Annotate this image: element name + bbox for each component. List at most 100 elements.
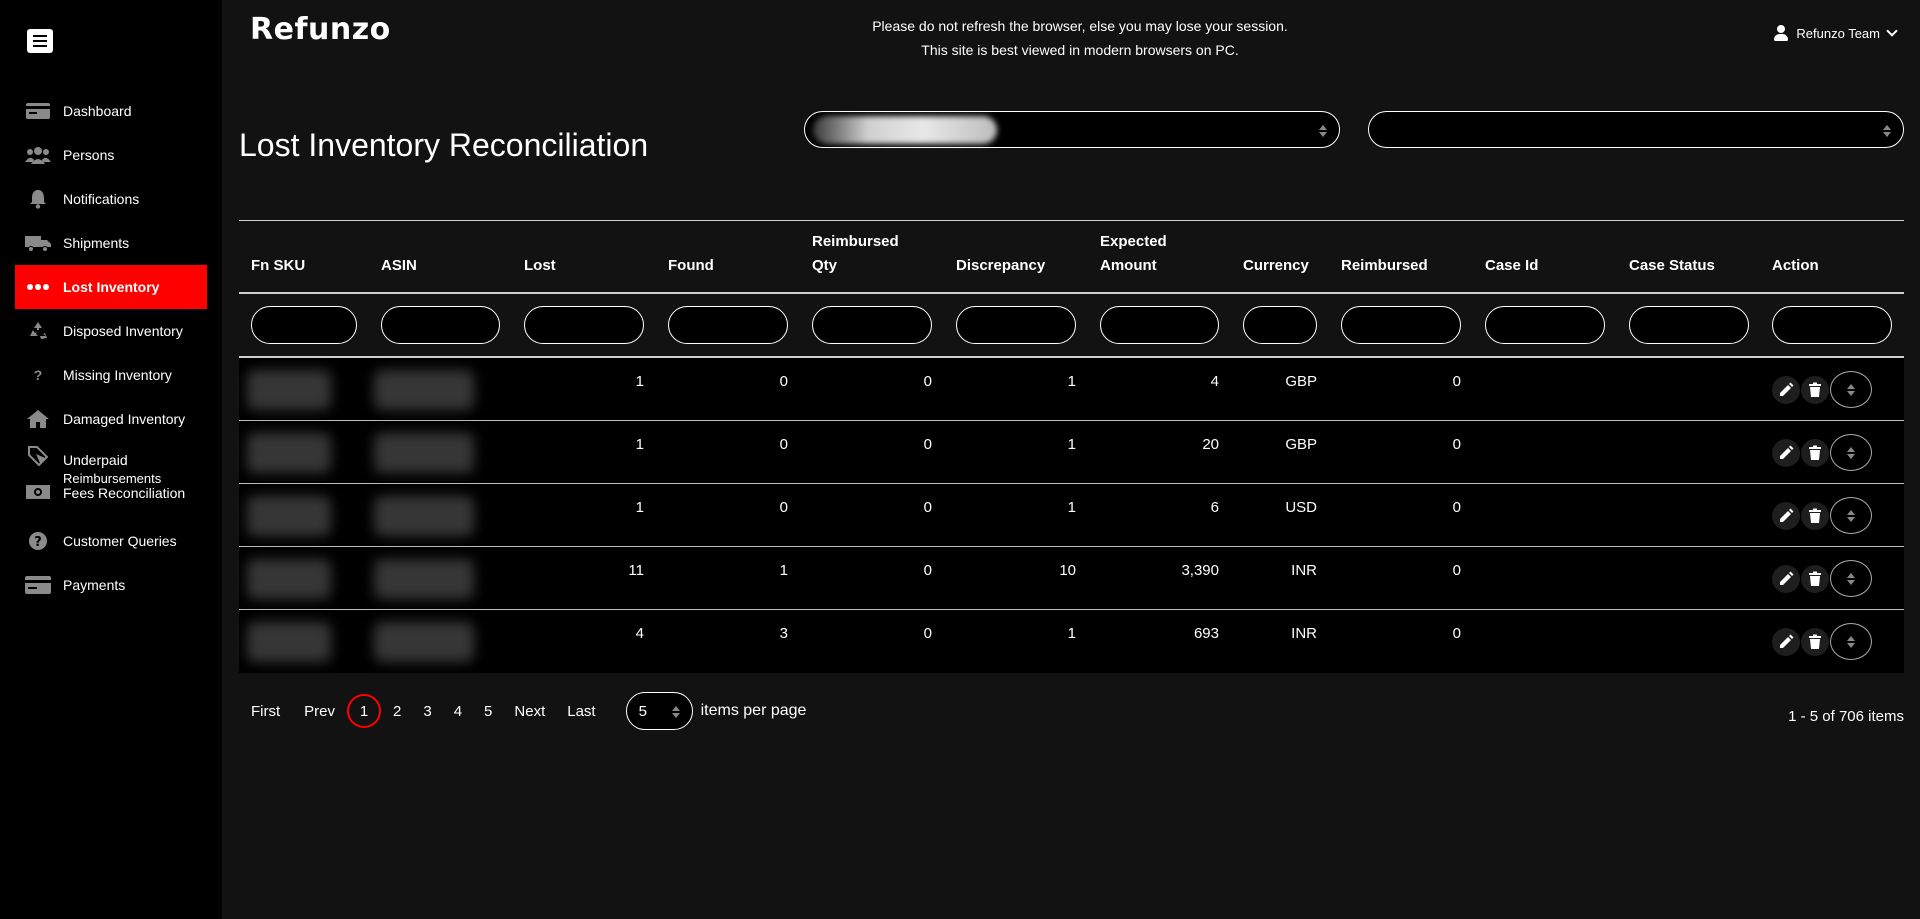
page-5-link[interactable]: 5 (484, 703, 492, 720)
row-options-select[interactable] (1830, 623, 1872, 660)
col-lost[interactable]: Lost (524, 254, 556, 278)
col-reimbursed-qty[interactable]: Reimbursed Qty (812, 230, 899, 278)
menu-toggle-button[interactable] (27, 29, 53, 53)
filter-discrepancy-input[interactable] (956, 306, 1076, 344)
page-prev-link[interactable]: Prev (304, 703, 335, 720)
sidebar: Dashboard Persons Notifications Shipment… (0, 0, 222, 919)
page-3-link[interactable]: 3 (423, 703, 431, 720)
redacted-asin (374, 433, 474, 473)
page-1-current[interactable]: 1 (347, 694, 382, 728)
redacted-fnsku (247, 559, 331, 599)
filter-lost-input[interactable] (524, 306, 644, 344)
sidebar-item-persons[interactable]: Persons (15, 133, 207, 177)
cell-expected-amount: 693 (1193, 625, 1219, 642)
table-row: 1 0 0 1 6 USD 0 (239, 484, 1904, 547)
filter-currency-input[interactable] (1243, 306, 1317, 344)
sidebar-item-notifications[interactable]: Notifications (15, 177, 207, 221)
filter-found-input[interactable] (668, 306, 788, 344)
redacted-asin (374, 622, 474, 662)
sidebar-item-dashboard[interactable]: Dashboard (15, 89, 207, 133)
sidebar-item-disposed-inventory[interactable]: Disposed Inventory (15, 309, 207, 353)
bell-icon (25, 189, 51, 209)
page-4-link[interactable]: 4 (454, 703, 462, 720)
cell-lost: 1 (635, 499, 644, 516)
filter-expected-amount-input[interactable] (1100, 306, 1219, 344)
page-last-link[interactable]: Last (567, 703, 595, 720)
trash-icon (1809, 508, 1821, 523)
cell-found: 0 (779, 373, 788, 390)
row-options-select[interactable] (1830, 497, 1872, 534)
filter-reimbursed-input[interactable] (1341, 306, 1461, 344)
sidebar-item-customer-queries[interactable]: ? Customer Queries (15, 519, 207, 563)
delete-button[interactable] (1801, 376, 1829, 404)
filter-fnsku-input[interactable] (251, 306, 357, 344)
sidebar-item-label: Fees Reconciliation (63, 485, 186, 501)
col-currency[interactable]: Currency (1243, 254, 1309, 278)
edit-button[interactable] (1772, 628, 1800, 656)
cell-currency: GBP (1285, 436, 1317, 453)
sidebar-item-missing-inventory[interactable]: ? Missing Inventory (15, 353, 207, 397)
app-logo[interactable]: Refunzo (250, 12, 391, 47)
sidebar-item-damaged-inventory[interactable]: Damaged Inventory (15, 397, 207, 441)
items-per-page-select[interactable]: 5 (625, 692, 693, 730)
items-per-page-label: items per page (700, 702, 807, 719)
cell-lost: 11 (628, 562, 644, 579)
cell-reimbursed: 0 (1452, 373, 1461, 390)
cell-currency: GBP (1285, 373, 1317, 390)
sort-arrows-icon (1847, 636, 1855, 648)
col-reimbursed[interactable]: Reimbursed (1341, 254, 1428, 278)
col-discrepancy[interactable]: Discrepancy (956, 254, 1045, 278)
col-found[interactable]: Found (668, 254, 714, 278)
redacted-fnsku (247, 496, 331, 536)
col-case-status[interactable]: Case Status (1629, 254, 1715, 278)
users-icon (25, 145, 51, 165)
row-options-select[interactable] (1830, 371, 1872, 408)
filter-action-input[interactable] (1772, 306, 1892, 344)
col-fnsku[interactable]: Fn SKU (251, 254, 305, 278)
sidebar-item-label: Payments (63, 577, 126, 593)
filter-asin-input[interactable] (381, 306, 500, 344)
cell-currency: INR (1291, 562, 1317, 579)
sidebar-item-fees-reconciliation[interactable]: Fees Reconciliation (15, 485, 207, 513)
account-select[interactable] (1368, 111, 1904, 148)
cell-found: 3 (779, 625, 788, 642)
delete-button[interactable] (1801, 565, 1829, 593)
delete-button[interactable] (1801, 439, 1829, 467)
marketplace-select[interactable] (804, 111, 1340, 148)
items-per-page-value: 5 (638, 702, 647, 720)
id-card-icon (25, 101, 51, 121)
sidebar-item-underpaid-reimbursements[interactable]: Underpaid Reimbursements (15, 441, 207, 486)
col-expected-line2: Amount (1100, 257, 1157, 274)
sidebar-item-payments[interactable]: Payments (15, 563, 207, 607)
filter-case-id-input[interactable] (1485, 306, 1605, 344)
filter-case-status-input[interactable] (1629, 306, 1749, 344)
edit-button[interactable] (1772, 565, 1800, 593)
cell-discrepancy: 1 (1067, 436, 1076, 453)
sort-arrows-icon (1883, 125, 1891, 137)
sidebar-item-lost-inventory[interactable]: Lost Inventory (15, 265, 207, 309)
col-asin[interactable]: ASIN (381, 254, 417, 278)
row-options-select[interactable] (1830, 560, 1872, 597)
cell-expected-amount: 4 (1210, 373, 1219, 390)
row-options-select[interactable] (1830, 434, 1872, 471)
user-menu[interactable]: Refunzo Team (1774, 25, 1898, 41)
pencil-icon (1780, 382, 1794, 396)
page-first-link[interactable]: First (251, 703, 280, 720)
sidebar-item-shipments[interactable]: Shipments (15, 221, 207, 265)
col-case-id[interactable]: Case Id (1485, 254, 1538, 278)
cell-found: 0 (779, 499, 788, 516)
sidebar-item-label: Dashboard (63, 103, 132, 119)
lost-inventory-table: Fn SKU ASIN Lost Found Reimbursed Qty Di… (239, 220, 1904, 673)
col-expected-amount[interactable]: Expected Amount (1100, 230, 1167, 278)
filter-reimbursed-qty-input[interactable] (812, 306, 932, 344)
edit-button[interactable] (1772, 439, 1800, 467)
delete-button[interactable] (1801, 502, 1829, 530)
sidebar-item-label: Persons (63, 147, 115, 163)
delete-button[interactable] (1801, 628, 1829, 656)
page-2-link[interactable]: 2 (393, 703, 401, 720)
cell-expected-amount: 6 (1210, 499, 1219, 516)
page-next-link[interactable]: Next (514, 703, 545, 720)
edit-button[interactable] (1772, 376, 1800, 404)
edit-button[interactable] (1772, 502, 1800, 530)
question-icon: ? (33, 367, 43, 383)
